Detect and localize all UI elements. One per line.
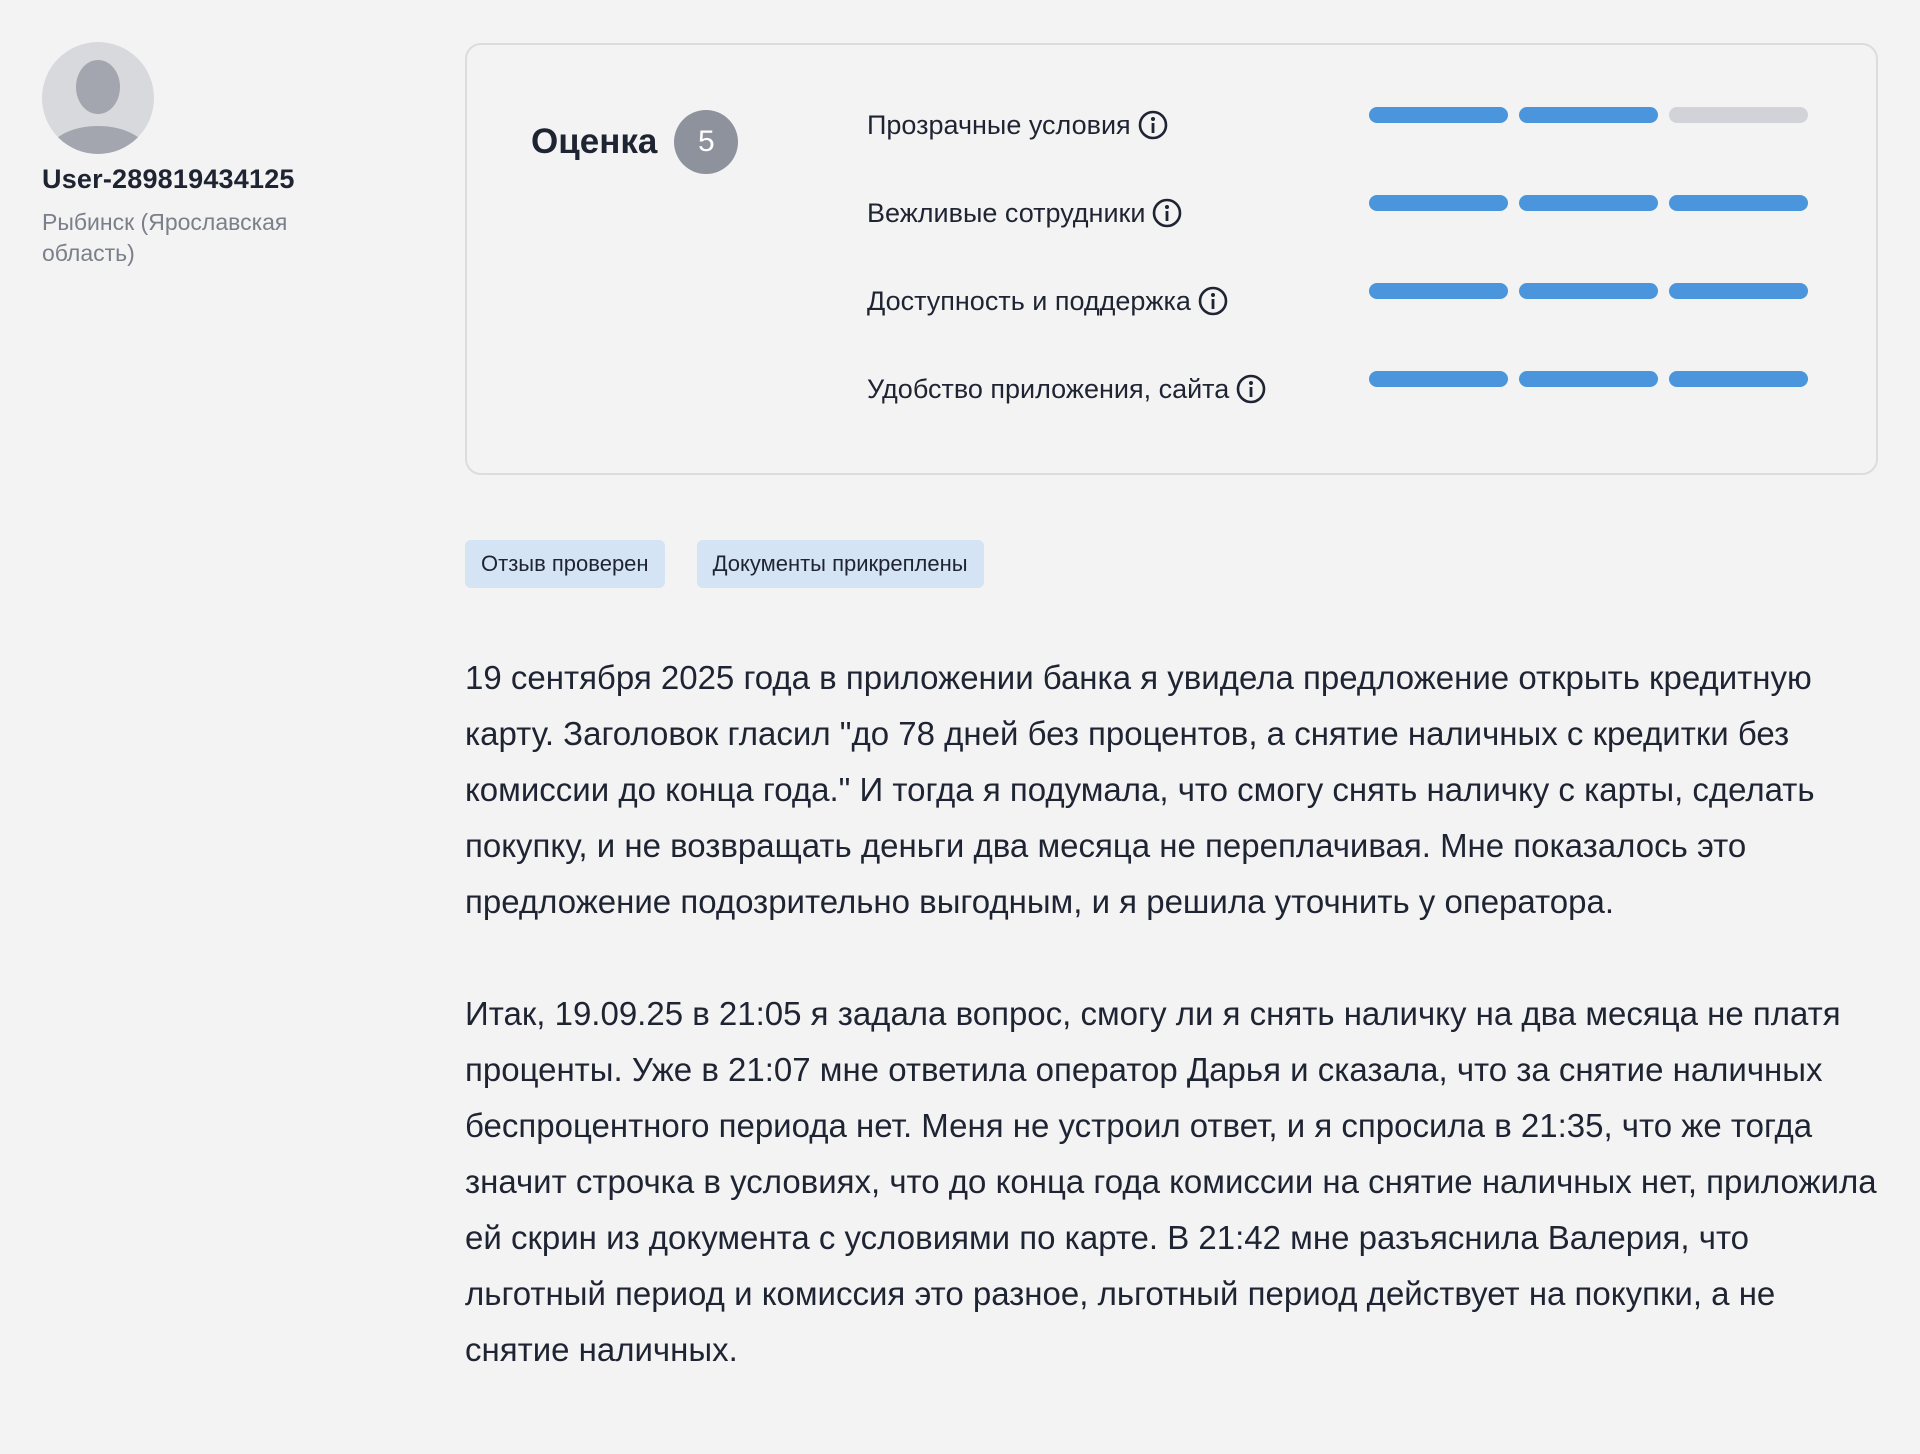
level-segment-filled <box>1369 371 1508 387</box>
level-segment-filled <box>1369 283 1508 299</box>
level-segment-filled <box>1669 371 1808 387</box>
verified-badge: Отзыв проверен <box>465 540 665 588</box>
level-segment-filled <box>1519 283 1658 299</box>
criterion-row: Удобство приложения, сайта <box>867 371 1827 459</box>
criteria-list: Прозрачные условия Вежливые сотрудники Д… <box>867 107 1827 459</box>
level-segment-filled <box>1519 195 1658 211</box>
criterion-level <box>1369 283 1819 299</box>
documents-badge: Документы прикреплены <box>696 540 984 588</box>
avatar[interactable] <box>42 42 154 154</box>
info-icon[interactable] <box>1197 285 1229 317</box>
review-paragraph: Итак, 19.09.25 в 21:05 я задала вопрос, … <box>465 995 1877 1368</box>
info-icon[interactable] <box>1235 373 1267 405</box>
review-text: 19 сентября 2025 года в приложении банка… <box>465 650 1885 1378</box>
user-sidebar: User-289819434125 Рыбинск (Ярославская о… <box>42 42 382 269</box>
level-segment-filled <box>1519 107 1658 123</box>
criterion-row: Прозрачные условия <box>867 107 1827 195</box>
review-paragraph: 19 сентября 2025 года в приложении банка… <box>465 659 1815 920</box>
info-icon[interactable] <box>1137 109 1169 141</box>
criterion-level <box>1369 371 1819 387</box>
username[interactable]: User-289819434125 <box>42 164 382 195</box>
overall-score: Оценка 5 <box>531 110 739 174</box>
review-main: Оценка 5 Прозрачные условия Вежливые сот… <box>465 43 1880 1434</box>
criterion-label: Вежливые сотрудники <box>867 197 1146 228</box>
score-badge: 5 <box>674 110 739 174</box>
criterion-label: Удобство приложения, сайта <box>867 373 1230 404</box>
criterion-level <box>1369 195 1819 211</box>
info-icon[interactable] <box>1151 197 1183 229</box>
score-label: Оценка <box>531 122 658 161</box>
review-badges: Отзыв проверен Документы прикреплены <box>465 540 1880 588</box>
level-segment-filled <box>1369 195 1508 211</box>
rating-card: Оценка 5 Прозрачные условия Вежливые сот… <box>465 43 1878 475</box>
level-segment-filled <box>1519 371 1658 387</box>
criterion-label: Доступность и поддержка <box>867 285 1191 316</box>
criterion-row: Вежливые сотрудники <box>867 195 1827 283</box>
level-segment-filled <box>1669 195 1808 211</box>
user-location: Рыбинск (Ярославская область) <box>42 209 288 266</box>
user-placeholder-icon <box>48 60 148 154</box>
criterion-row: Доступность и поддержка <box>867 283 1827 371</box>
criterion-label: Прозрачные условия <box>867 109 1131 140</box>
criterion-level <box>1369 107 1819 123</box>
level-segment-empty <box>1669 107 1808 123</box>
level-segment-filled <box>1369 107 1508 123</box>
level-segment-filled <box>1669 283 1808 299</box>
